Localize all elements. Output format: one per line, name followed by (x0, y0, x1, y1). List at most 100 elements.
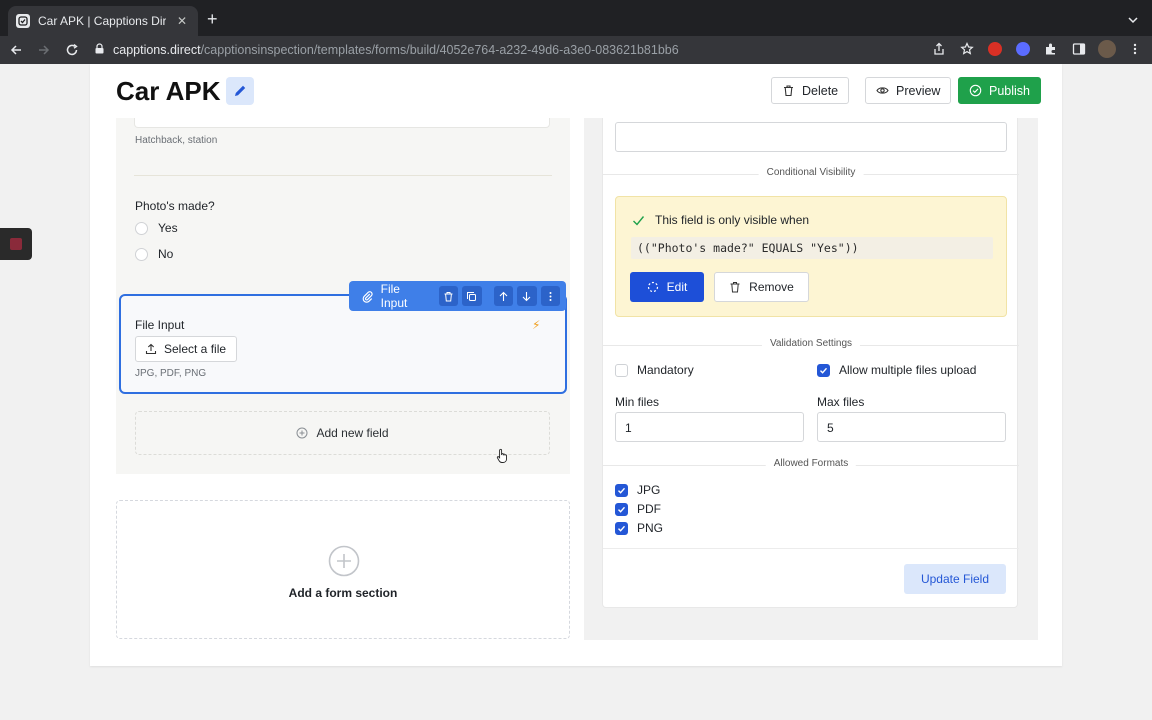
floating-recorder-widget[interactable] (0, 228, 32, 260)
previous-field-input[interactable] (134, 118, 550, 128)
preview-button[interactable]: Preview (865, 77, 952, 104)
format-checkbox[interactable] (615, 502, 628, 516)
remove-condition-label: Remove (749, 280, 794, 294)
max-files-label: Max files (817, 395, 865, 409)
delete-field-button[interactable] (438, 286, 459, 306)
format-label: PDF (637, 502, 661, 516)
browser-menu-icon[interactable] (1126, 40, 1144, 58)
extensions-puzzle-icon[interactable] (1042, 40, 1060, 58)
more-options-button[interactable] (540, 286, 561, 306)
settings-text-input[interactable] (615, 122, 1007, 152)
add-new-field-button[interactable]: Add new field (135, 411, 550, 455)
forward-icon[interactable] (32, 38, 56, 62)
edit-title-button[interactable] (226, 77, 254, 105)
publish-button[interactable]: Publish (958, 77, 1041, 104)
field-settings-column: Conditional Visibility This field is onl… (584, 118, 1038, 640)
radio-button[interactable] (135, 247, 148, 261)
browser-tab[interactable]: Car APK | Capptions Direct ✕ (8, 6, 198, 36)
check-circle-icon (969, 84, 982, 97)
tab-search-chevron-icon[interactable] (1128, 12, 1138, 30)
bookmark-star-icon[interactable] (958, 40, 976, 58)
condition-title: This field is only visible when (632, 213, 809, 227)
field-type-label: File Input (355, 282, 435, 310)
select-file-label: Select a file (164, 342, 227, 356)
extension-blue-icon[interactable] (1014, 40, 1032, 58)
eye-icon (876, 87, 889, 94)
form-section: Hatchback, station Photo's made? Yes No … (116, 118, 570, 474)
browser-tabbar: Car APK | Capptions Direct ✕ + (0, 0, 1152, 36)
allowed-formats-title: Allowed Formats (765, 458, 857, 469)
reload-icon[interactable] (60, 38, 84, 62)
extension-red-icon[interactable] (986, 40, 1004, 58)
add-new-field-label: Add new field (316, 426, 389, 440)
trash-icon (784, 85, 793, 97)
field-settings-panel: Conditional Visibility This field is onl… (602, 118, 1019, 608)
format-label: JPG (637, 483, 661, 497)
format-option-jpg[interactable]: JPG (615, 483, 660, 497)
trash-icon (444, 291, 453, 301)
side-panel-icon[interactable] (1070, 40, 1088, 58)
lightning-bolt-icon: ⚡ (532, 318, 541, 332)
allowed-formats-heading: Allowed Formats (603, 458, 1019, 472)
back-icon[interactable] (4, 38, 28, 62)
conditional-visibility-heading: Conditional Visibility (603, 167, 1019, 181)
format-option-png[interactable]: PNG (615, 521, 663, 535)
plus-circle-icon (328, 545, 360, 577)
share-icon[interactable] (930, 40, 948, 58)
multiple-files-option[interactable]: Allow multiple files upload (817, 363, 976, 377)
more-vertical-icon (549, 291, 552, 301)
browser-toolbar: capptions.direct/capptionsinspection/tem… (0, 36, 1152, 64)
file-input-label: File Input (135, 318, 185, 332)
delete-button[interactable]: Delete (771, 77, 850, 104)
paperclip-icon (362, 290, 373, 303)
remove-condition-button[interactable]: Remove (714, 272, 809, 302)
arrow-up-icon (499, 291, 508, 301)
move-up-button[interactable] (493, 286, 514, 306)
format-checkbox[interactable] (615, 483, 628, 497)
form-builder-page: Car APK Delete Preview Publish Hatchback… (90, 64, 1062, 666)
mandatory-label: Mandatory (637, 363, 694, 377)
mandatory-checkbox[interactable] (615, 363, 628, 377)
url-path: /capptionsinspection/templates/forms/bui… (200, 43, 679, 57)
tab-title: Car APK | Capptions Direct (38, 14, 166, 28)
profile-avatar[interactable] (1098, 40, 1116, 58)
format-option-pdf[interactable]: PDF (615, 502, 661, 516)
address-bar[interactable]: capptions.direct/capptionsinspection/tem… (90, 38, 990, 62)
previous-field-hint: Hatchback, station (135, 135, 218, 146)
condition-title-text: This field is only visible when (655, 213, 810, 227)
radio-option-yes[interactable]: Yes (135, 221, 178, 235)
validation-settings-title: Validation Settings (761, 338, 861, 349)
panel-divider (603, 548, 1019, 549)
edit-condition-button[interactable]: Edit (630, 272, 704, 302)
toolbar-actions (930, 40, 1144, 58)
select-file-button[interactable]: Select a file (135, 336, 237, 362)
condition-box: This field is only visible when (("Photo… (615, 196, 1007, 317)
field-toolbar: File Input (349, 281, 566, 311)
radio-button[interactable] (135, 221, 148, 235)
question-label: Photo's made? (135, 199, 215, 213)
update-field-button[interactable]: Update Field (904, 564, 1006, 594)
file-formats-hint: JPG, PDF, PNG (135, 368, 207, 379)
plus-circle-icon (296, 427, 308, 439)
lock-icon (94, 41, 105, 59)
multiple-files-label: Allow multiple files upload (839, 363, 977, 377)
radio-option-no[interactable]: No (135, 247, 173, 261)
publish-label: Publish (989, 83, 1030, 98)
page-title: Car APK (116, 76, 221, 106)
upload-icon (145, 343, 157, 355)
multiple-files-checkbox[interactable] (817, 363, 830, 377)
checkmark-icon (633, 215, 645, 226)
max-files-input[interactable]: 5 (817, 412, 1006, 442)
page-header: Car APK Delete Preview Publish (90, 64, 1062, 118)
min-files-input[interactable]: 1 (615, 412, 804, 442)
add-form-section-button[interactable]: Add a form section (116, 500, 570, 639)
move-down-button[interactable] (517, 286, 537, 306)
trash-icon (730, 282, 740, 293)
conditional-visibility-title: Conditional Visibility (758, 167, 864, 178)
new-tab-icon[interactable]: + (207, 10, 218, 28)
mandatory-option[interactable]: Mandatory (615, 363, 694, 377)
tab-close-icon[interactable]: ✕ (174, 14, 190, 28)
format-checkbox[interactable] (615, 521, 628, 535)
radio-label: Yes (158, 221, 178, 235)
duplicate-field-button[interactable] (462, 286, 482, 306)
